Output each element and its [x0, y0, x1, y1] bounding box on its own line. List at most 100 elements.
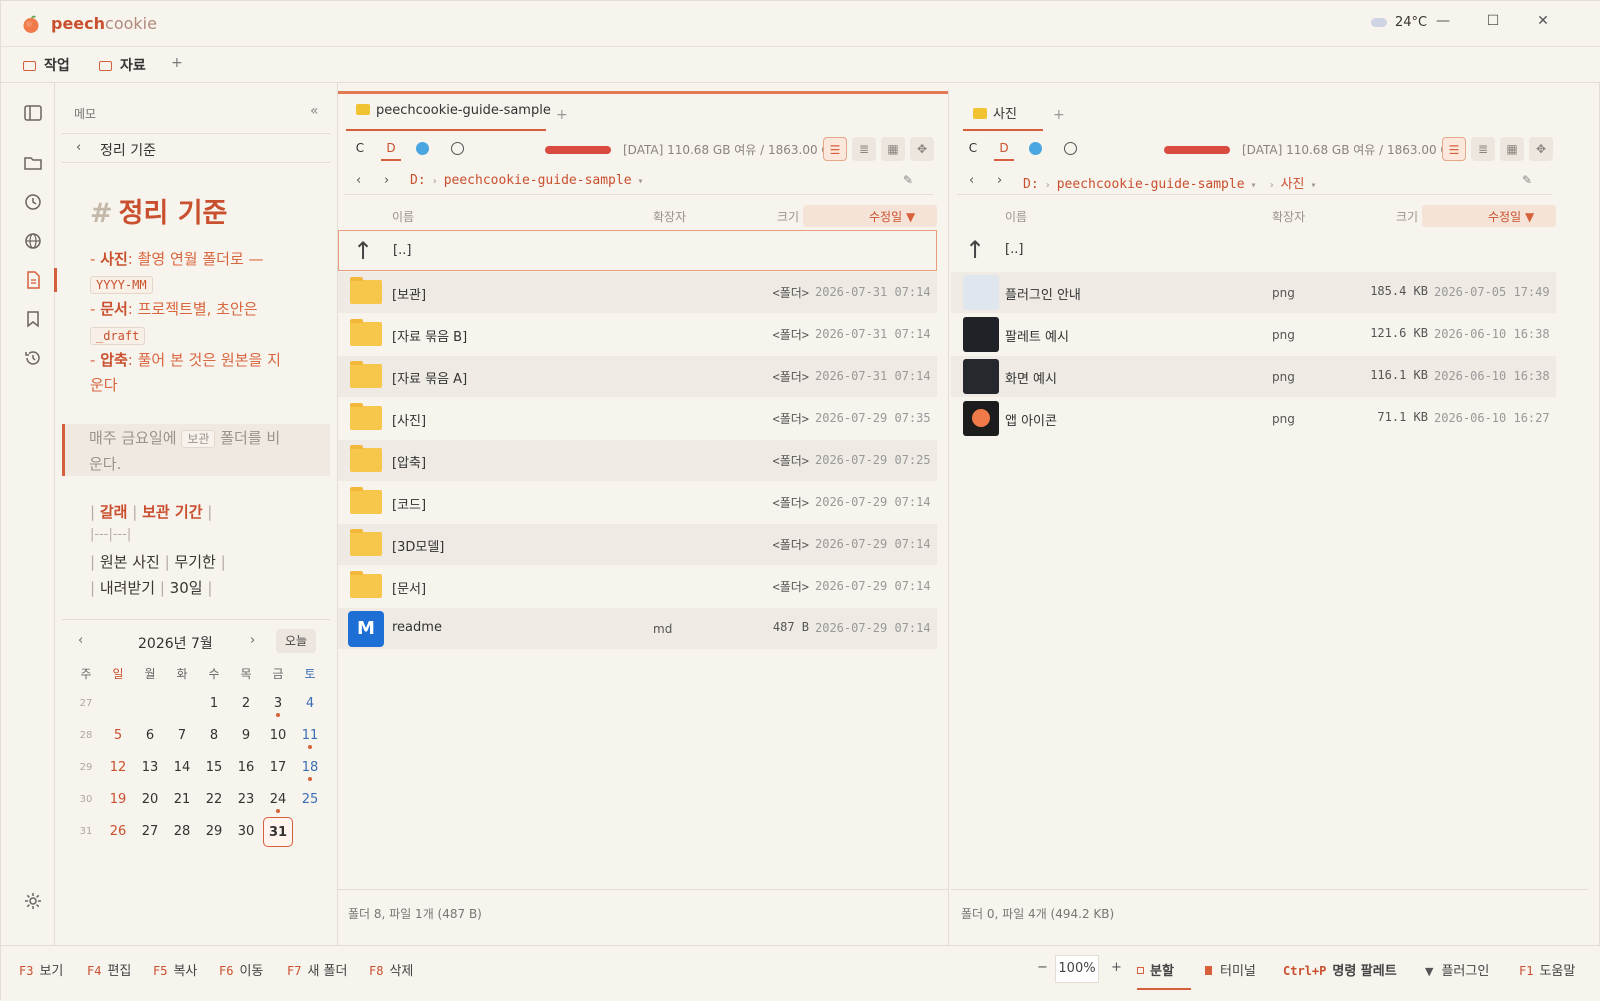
calendar-day[interactable]: 18 [294, 753, 326, 783]
drive-button-c[interactable]: C [350, 141, 370, 155]
add-tab-button[interactable]: + [556, 107, 568, 123]
back-button[interactable]: ‹ [76, 140, 81, 155]
breadcrumb-drive[interactable]: D: [410, 173, 426, 188]
close-button[interactable]: ✕ [1531, 13, 1555, 35]
help-button[interactable]: F1 도움말 [1519, 960, 1575, 979]
calendar-day[interactable]: 19 [102, 785, 134, 815]
memo-document-icon[interactable] [23, 270, 43, 290]
calendar-day[interactable]: 6 [134, 721, 166, 751]
network-globe-icon[interactable] [416, 142, 429, 155]
drive-button-c[interactable]: C [963, 141, 983, 155]
file-row[interactable]: 화면 예시 png 116.1 KB 2026-06-10 16:38 [951, 356, 1556, 397]
parent-folder-row[interactable]: ↑ [..] [338, 230, 937, 271]
calendar-day[interactable]: 30 [230, 817, 262, 847]
collapse-panel-button[interactable]: « [310, 103, 319, 119]
calendar-prev-button[interactable]: ‹ [78, 633, 83, 648]
calendar-day[interactable]: 2 [230, 689, 262, 719]
file-row[interactable]: [자료 묶음 B] <폴더> 2026-07-31 07:14 [338, 314, 937, 355]
file-row[interactable]: [문서] <폴더> 2026-07-29 07:14 [338, 566, 937, 607]
breadcrumb[interactable]: D: › peechcookie-guide-sample ▾ [410, 173, 650, 188]
globe-icon[interactable] [23, 231, 43, 251]
add-workspace-button[interactable]: + [171, 55, 183, 71]
weather-widget[interactable]: 24°C [1371, 15, 1427, 30]
fkey-button-f4[interactable]: F4 편집 [87, 960, 131, 979]
file-row[interactable]: 플러그인 안내 png 185.4 KB 2026-07-05 17:49 [951, 272, 1556, 313]
terminal-button[interactable]: 터미널 [1205, 960, 1256, 979]
split-button[interactable]: 분할 [1137, 960, 1174, 979]
column-header-date[interactable]: 수정일 ▼ [869, 208, 915, 225]
calendar-day[interactable]: 3 [262, 689, 294, 719]
calendar-day[interactable]: 28 [166, 817, 198, 847]
recent-clock-icon[interactable] [1064, 142, 1077, 155]
view-thumbs-button[interactable]: ✥ [910, 137, 934, 161]
bookmark-icon[interactable] [23, 309, 43, 329]
file-row[interactable]: 앱 아이콘 png 71.1 KB 2026-06-10 16:27 [951, 398, 1556, 439]
calendar-day[interactable]: 13 [134, 753, 166, 783]
file-row[interactable]: [보관] <폴더> 2026-07-31 07:14 [338, 272, 937, 313]
calendar-day[interactable]: 14 [166, 753, 198, 783]
calendar-day[interactable]: 16 [230, 753, 262, 783]
calendar-day[interactable]: 24 [262, 785, 294, 815]
calendar-day[interactable]: 15 [198, 753, 230, 783]
drive-button-d[interactable]: D [381, 141, 401, 161]
zoom-out-button[interactable]: − [1037, 960, 1048, 975]
fkey-button-f3[interactable]: F3 보기 [19, 960, 63, 979]
calendar-next-button[interactable]: › [250, 633, 255, 648]
calendar-day[interactable]: 9 [230, 721, 262, 751]
breadcrumb-segment[interactable]: 사진 [1281, 177, 1305, 192]
view-list-button[interactable]: ☰ [1442, 137, 1466, 161]
calendar-day[interactable]: 11 [294, 721, 326, 751]
breadcrumb-drive[interactable]: D: [1023, 177, 1039, 192]
drive-button-d[interactable]: D [994, 141, 1014, 161]
fkey-button-f7[interactable]: F7 새 폴더 [287, 960, 347, 979]
calendar-day[interactable]: 20 [134, 785, 166, 815]
view-grid-button[interactable]: ▦ [881, 137, 905, 161]
calendar-day[interactable]: 26 [102, 817, 134, 847]
minimize-button[interactable]: — [1431, 13, 1455, 35]
history-icon[interactable] [23, 348, 43, 368]
pane-tab[interactable]: 사진 [973, 103, 1017, 129]
calendar-day[interactable]: 29 [198, 817, 230, 847]
calendar-day[interactable]: 31 [263, 817, 293, 847]
calendar-day[interactable]: 8 [198, 721, 230, 751]
recent-clock-icon[interactable] [23, 192, 43, 212]
breadcrumb-dropdown-icon[interactable]: ▾ [1311, 180, 1317, 191]
file-row[interactable]: [3D모델] <폴더> 2026-07-29 07:14 [338, 524, 937, 565]
breadcrumb[interactable]: D: › peechcookie-guide-sample ▾ › 사진 ▾ [1023, 173, 1323, 192]
calendar-day[interactable]: 21 [166, 785, 198, 815]
view-details-button[interactable]: ≣ [1471, 137, 1495, 161]
calendar-day[interactable]: 25 [294, 785, 326, 815]
calendar-day[interactable]: 1 [198, 689, 230, 719]
maximize-button[interactable]: ☐ [1481, 13, 1505, 35]
fkey-button-f5[interactable]: F5 복사 [153, 960, 197, 979]
workspace-tab-work[interactable]: 작업 [23, 55, 70, 75]
edit-path-icon[interactable]: ✎ [903, 173, 913, 187]
calendar-day[interactable]: 27 [134, 817, 166, 847]
calendar-day[interactable]: 22 [198, 785, 230, 815]
zoom-level[interactable]: 100% [1055, 955, 1099, 983]
breadcrumb-dropdown-icon[interactable]: ▾ [638, 176, 644, 187]
fkey-button-f8[interactable]: F8 삭제 [369, 960, 413, 979]
breadcrumb-segment[interactable]: peechcookie-guide-sample [444, 173, 632, 188]
network-globe-icon[interactable] [1029, 142, 1042, 155]
file-row[interactable]: Mreadme md 487 B 2026-07-29 07:14 [338, 608, 937, 649]
folder-icon[interactable] [23, 153, 43, 173]
fkey-button-f6[interactable]: F6 이동 [219, 960, 263, 979]
file-row[interactable]: [압축] <폴더> 2026-07-29 07:25 [338, 440, 937, 481]
pane-tab[interactable]: peechcookie-guide-sample [356, 103, 551, 129]
workspace-tab-resources[interactable]: 자료 [99, 55, 146, 75]
calendar-day[interactable]: 4 [294, 689, 326, 719]
calendar-day[interactable]: 10 [262, 721, 294, 751]
settings-gear-icon[interactable] [23, 891, 43, 911]
view-details-button[interactable]: ≣ [852, 137, 876, 161]
file-row[interactable]: [자료 묶음 A] <폴더> 2026-07-31 07:14 [338, 356, 937, 397]
forward-arrow-icon[interactable]: › [997, 173, 1002, 188]
zoom-in-button[interactable]: + [1111, 960, 1122, 975]
calendar-day[interactable]: 7 [166, 721, 198, 751]
breadcrumb-dropdown-icon[interactable]: ▾ [1251, 180, 1257, 191]
file-row[interactable]: 팔레트 예시 png 121.6 KB 2026-06-10 16:38 [951, 314, 1556, 355]
view-grid-button[interactable]: ▦ [1500, 137, 1524, 161]
back-arrow-icon[interactable]: ‹ [356, 173, 361, 188]
command-palette-button[interactable]: Ctrl+P 명령 팔레트 [1283, 960, 1397, 979]
edit-path-icon[interactable]: ✎ [1522, 173, 1532, 187]
